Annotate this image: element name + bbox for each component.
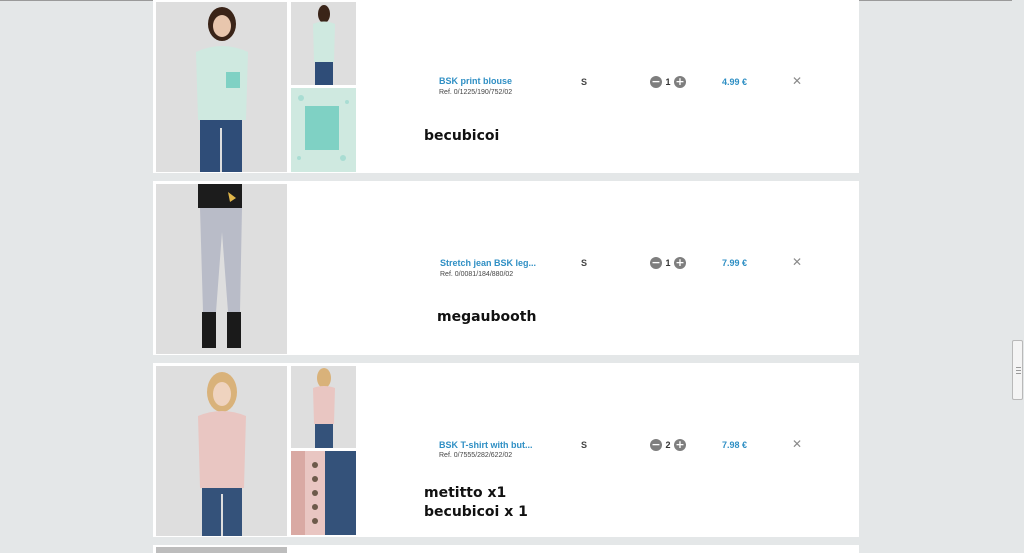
quantity-value: 1 [665,258,671,268]
product-size: S [581,77,588,87]
remove-item-icon[interactable]: ✕ [792,255,802,269]
product-name-link[interactable]: Stretch jean BSK leg... [440,258,536,268]
cart-item [153,545,859,553]
product-back-image[interactable] [291,366,356,448]
increase-quantity-button[interactable]: + [674,76,686,88]
cart-item: Stretch jean BSK leg... Ref. 0/0081/184/… [153,181,859,355]
item-price: 4.99 € [722,77,748,87]
decrease-quantity-button[interactable]: − [650,76,662,88]
product-main-image[interactable] [156,184,287,354]
product-main-image[interactable] [156,2,287,172]
decrease-quantity-button[interactable]: − [650,439,662,451]
annotation-note: metitto x1 [424,485,507,501]
quantity-stepper: − 1 + [650,75,686,89]
product-reference: Ref. 0/1225/190/752/02 [439,89,513,96]
quantity-value: 2 [665,440,671,450]
remove-item-icon[interactable]: ✕ [792,437,802,451]
scrollbar-thumb[interactable] [1012,340,1023,400]
product-back-image[interactable] [291,2,356,85]
product-name-link[interactable]: BSK print blouse [439,76,512,86]
cart-list: BSK print blouse Ref. 0/1225/190/752/02 … [153,0,859,553]
remove-item-icon[interactable]: ✕ [792,74,802,88]
decrease-quantity-button[interactable]: − [650,257,662,269]
annotation-note: becubicoi [424,128,500,144]
increase-quantity-button[interactable]: + [674,257,686,269]
cart-item: BSK print blouse Ref. 0/1225/190/752/02 … [153,0,859,173]
product-detail-image[interactable] [291,451,356,535]
product-size: S [581,258,588,268]
product-main-image[interactable] [156,547,287,553]
product-detail-image[interactable] [291,88,356,172]
product-size: S [581,440,588,450]
product-main-image[interactable] [156,366,287,536]
product-reference: Ref. 0/0081/184/880/02 [440,271,514,278]
scrollbar-track[interactable] [1012,0,1024,553]
quantity-stepper: − 2 + [650,438,686,452]
annotation-note: becubicoi x 1 [424,504,528,520]
cart-item: BSK T-shirt with but... Ref. 0/7555/282/… [153,363,859,537]
increase-quantity-button[interactable]: + [674,439,686,451]
product-name-link[interactable]: BSK T-shirt with but... [439,440,533,450]
annotation-note: megaubooth [437,309,537,325]
quantity-stepper: − 1 + [650,256,686,270]
product-reference: Ref. 0/7555/282/622/02 [439,452,513,459]
item-price: 7.99 € [722,258,748,268]
quantity-value: 1 [665,77,671,87]
item-price: 7.98 € [722,440,748,450]
